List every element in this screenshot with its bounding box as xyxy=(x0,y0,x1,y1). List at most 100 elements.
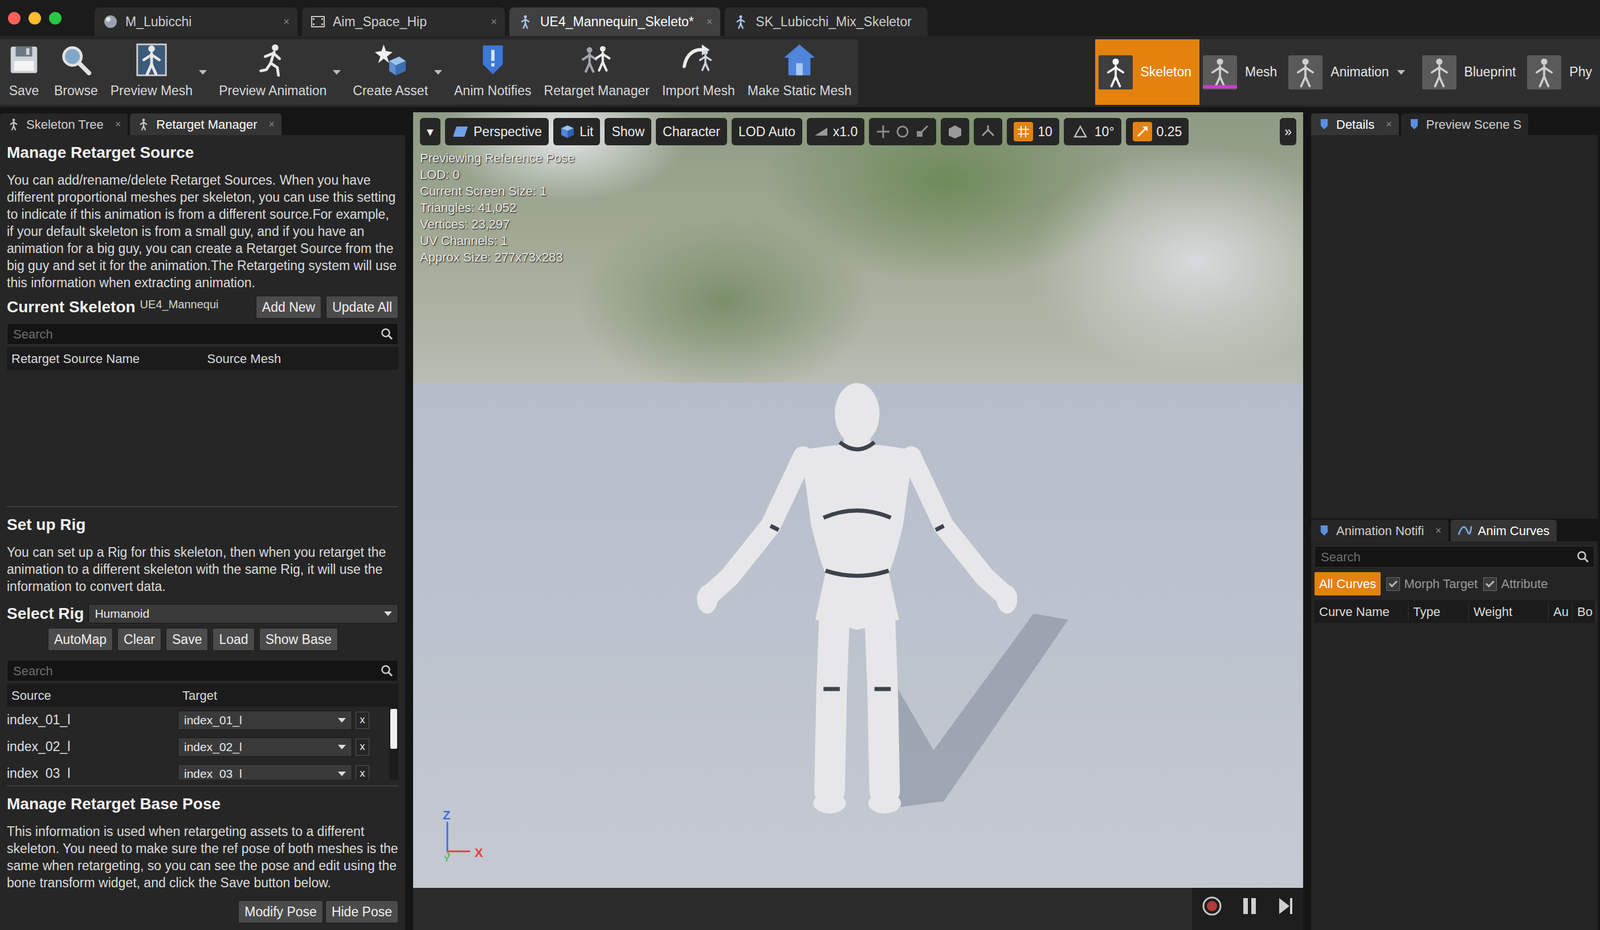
mode-button[interactable]: Skeleton xyxy=(1095,39,1200,105)
viewport-plain-button[interactable]: LOD Auto xyxy=(731,117,803,146)
pause-button[interactable] xyxy=(1241,896,1259,922)
clear-mapping-button[interactable]: x xyxy=(355,765,370,781)
rig-dropdown-value[interactable]: Humanoid xyxy=(94,604,150,623)
mode-button-content[interactable]: Skeleton xyxy=(1098,55,1193,90)
mode-button-content[interactable]: Phy xyxy=(1527,55,1593,90)
panel-tab-label[interactable]: Preview Scene S xyxy=(1426,115,1522,134)
tab-label[interactable]: Aim_Space_Hip xyxy=(332,11,427,32)
mode-button[interactable]: Phy xyxy=(1523,39,1600,105)
dropdown-arrow-icon[interactable] xyxy=(434,70,443,75)
close-button[interactable]: × xyxy=(277,14,290,30)
checkbox[interactable] xyxy=(1386,577,1400,591)
target-bone-value[interactable]: index_01_l xyxy=(184,711,243,730)
tab-label[interactable]: SK_Lubicchi_Mix_Skeletor xyxy=(755,11,912,32)
window-control[interactable] xyxy=(49,11,62,25)
panel-button[interactable]: Add New xyxy=(255,295,322,319)
mode-label[interactable]: Blueprint xyxy=(1464,62,1517,83)
rig-dropdown[interactable]: Humanoid xyxy=(88,603,399,624)
panel-tab[interactable]: Animation Notifi × xyxy=(1311,519,1449,542)
target-bone-dropdown[interactable]: index_02_l xyxy=(177,737,353,757)
target-bone-value[interactable]: index_03_l xyxy=(184,764,243,780)
panel-tab-label[interactable]: Skeleton Tree xyxy=(26,115,104,134)
checkbox-label[interactable]: Morph Target xyxy=(1403,574,1478,594)
panel-tab[interactable]: Details × xyxy=(1311,113,1399,136)
surface-snap-button[interactable] xyxy=(973,117,1003,146)
viewport-menu-button[interactable]: ▾ xyxy=(419,117,441,146)
dropdown-arrow-icon[interactable] xyxy=(198,70,207,75)
search-input[interactable] xyxy=(11,660,378,681)
column-header[interactable]: Source xyxy=(6,686,178,705)
viewport-button-label[interactable]: Show xyxy=(611,121,645,142)
column-header[interactable]: Curve Name xyxy=(1314,602,1409,622)
toolbar-label[interactable]: Retarget Manager xyxy=(544,80,650,101)
search-box[interactable] xyxy=(6,323,399,345)
viewport-view-button[interactable]: Perspective xyxy=(445,117,549,146)
snap-setting[interactable]: 0.25 xyxy=(1125,117,1190,146)
clear-mapping-button[interactable]: x xyxy=(355,738,370,756)
toolbar-button[interactable]: Anim Notifies xyxy=(447,39,538,105)
panel-tab[interactable]: Retarget Manager × xyxy=(129,113,282,136)
panel-tab[interactable]: Preview Scene S xyxy=(1401,113,1529,136)
panel-button[interactable]: Clear xyxy=(117,627,162,651)
panel-tab-label[interactable]: Details xyxy=(1336,115,1375,134)
toolbar-item[interactable]: Make Static Mesh xyxy=(741,39,859,105)
panel-button[interactable]: AutoMap xyxy=(47,627,113,651)
toolbar-label[interactable]: Anim Notifies xyxy=(454,80,532,101)
toolbar-label[interactable]: Import Mesh xyxy=(662,80,736,101)
snap-setting[interactable]: 10° xyxy=(1063,117,1122,146)
tab-label[interactable]: UE4_Mannequin_Skeleto* xyxy=(540,11,695,32)
search-box[interactable] xyxy=(1314,545,1595,568)
snap-setting[interactable]: 10 xyxy=(1006,117,1060,146)
mode-label[interactable]: Animation xyxy=(1330,62,1389,83)
target-bone-dropdown[interactable]: index_01_l xyxy=(177,710,353,730)
toolbar-button[interactable]: Preview Animation xyxy=(212,39,333,105)
toolbar-label[interactable]: Make Static Mesh xyxy=(747,80,852,101)
coordinate-space-button[interactable] xyxy=(940,117,970,146)
toolbar-label[interactable]: Preview Mesh xyxy=(110,80,193,101)
dropdown-arrow-icon[interactable] xyxy=(384,611,393,616)
tab-label[interactable]: M_Lubicchi xyxy=(125,11,192,32)
filter-checkbox[interactable]: Attribute xyxy=(1483,574,1548,594)
step-forward-button[interactable] xyxy=(1276,896,1295,922)
window-control[interactable] xyxy=(7,11,21,25)
toolbar-button[interactable]: Make Static Mesh xyxy=(741,39,859,105)
toolbar-button[interactable]: Import Mesh xyxy=(655,39,742,105)
document-tab[interactable]: M_Lubicchi × xyxy=(94,7,298,36)
close-button[interactable]: × xyxy=(1429,523,1442,539)
viewport-button-label[interactable]: x1.0 xyxy=(833,121,858,142)
close-button[interactable]: × xyxy=(1380,116,1393,133)
mode-button[interactable]: Blueprint xyxy=(1418,39,1525,105)
search-box[interactable] xyxy=(6,659,399,682)
viewport[interactable]: ▾PerspectiveLitShowCharacterLOD Autox1.0… xyxy=(413,112,1304,930)
panel-tab-label[interactable]: Animation Notifi xyxy=(1336,521,1424,541)
scrollbar-thumb[interactable] xyxy=(390,708,398,749)
toolbar-button[interactable]: Retarget Manager xyxy=(537,39,656,105)
checkbox-label[interactable]: Attribute xyxy=(1500,574,1548,594)
viewport-plain-button[interactable]: Character xyxy=(655,117,728,146)
close-button[interactable]: × xyxy=(484,14,497,30)
panel-tab[interactable]: Anim Curves xyxy=(1450,519,1557,542)
column-header[interactable]: Au xyxy=(1548,602,1573,622)
mode-button-content[interactable]: Blueprint xyxy=(1422,55,1517,90)
filter-chip[interactable]: All Curves xyxy=(1314,572,1381,596)
target-bone-value[interactable]: index_02_l xyxy=(184,737,243,757)
close-button[interactable]: × xyxy=(263,116,276,133)
column-header[interactable]: Type xyxy=(1408,602,1469,622)
viewport-plain-button[interactable]: Show xyxy=(604,117,652,146)
snap-toggle[interactable] xyxy=(1070,121,1091,142)
toolbar-item[interactable]: Create Asset xyxy=(346,39,448,105)
toolbar-item[interactable]: Save xyxy=(0,39,48,105)
dropdown-arrow-icon[interactable] xyxy=(1397,70,1406,75)
mode-button[interactable]: Mesh xyxy=(1199,39,1285,105)
panel-tab-label[interactable]: Retarget Manager xyxy=(156,115,257,134)
mode-label[interactable]: Phy xyxy=(1569,62,1593,83)
search-input[interactable] xyxy=(1319,547,1574,567)
toolbar-label[interactable]: Create Asset xyxy=(352,80,428,101)
toolbar-overflow-button[interactable]: » xyxy=(1279,117,1297,146)
document-tab[interactable]: UE4_Mannequin_Skeleto*× xyxy=(509,7,721,36)
viewport-button-label[interactable]: Character xyxy=(662,121,721,142)
toolbar-button[interactable]: Create Asset xyxy=(346,39,435,105)
snap-value[interactable]: 10° xyxy=(1094,121,1115,142)
panel-tab-label[interactable]: Anim Curves xyxy=(1478,521,1550,541)
document-tab[interactable]: SK_Lubicchi_Mix_Skeletor xyxy=(724,7,928,36)
